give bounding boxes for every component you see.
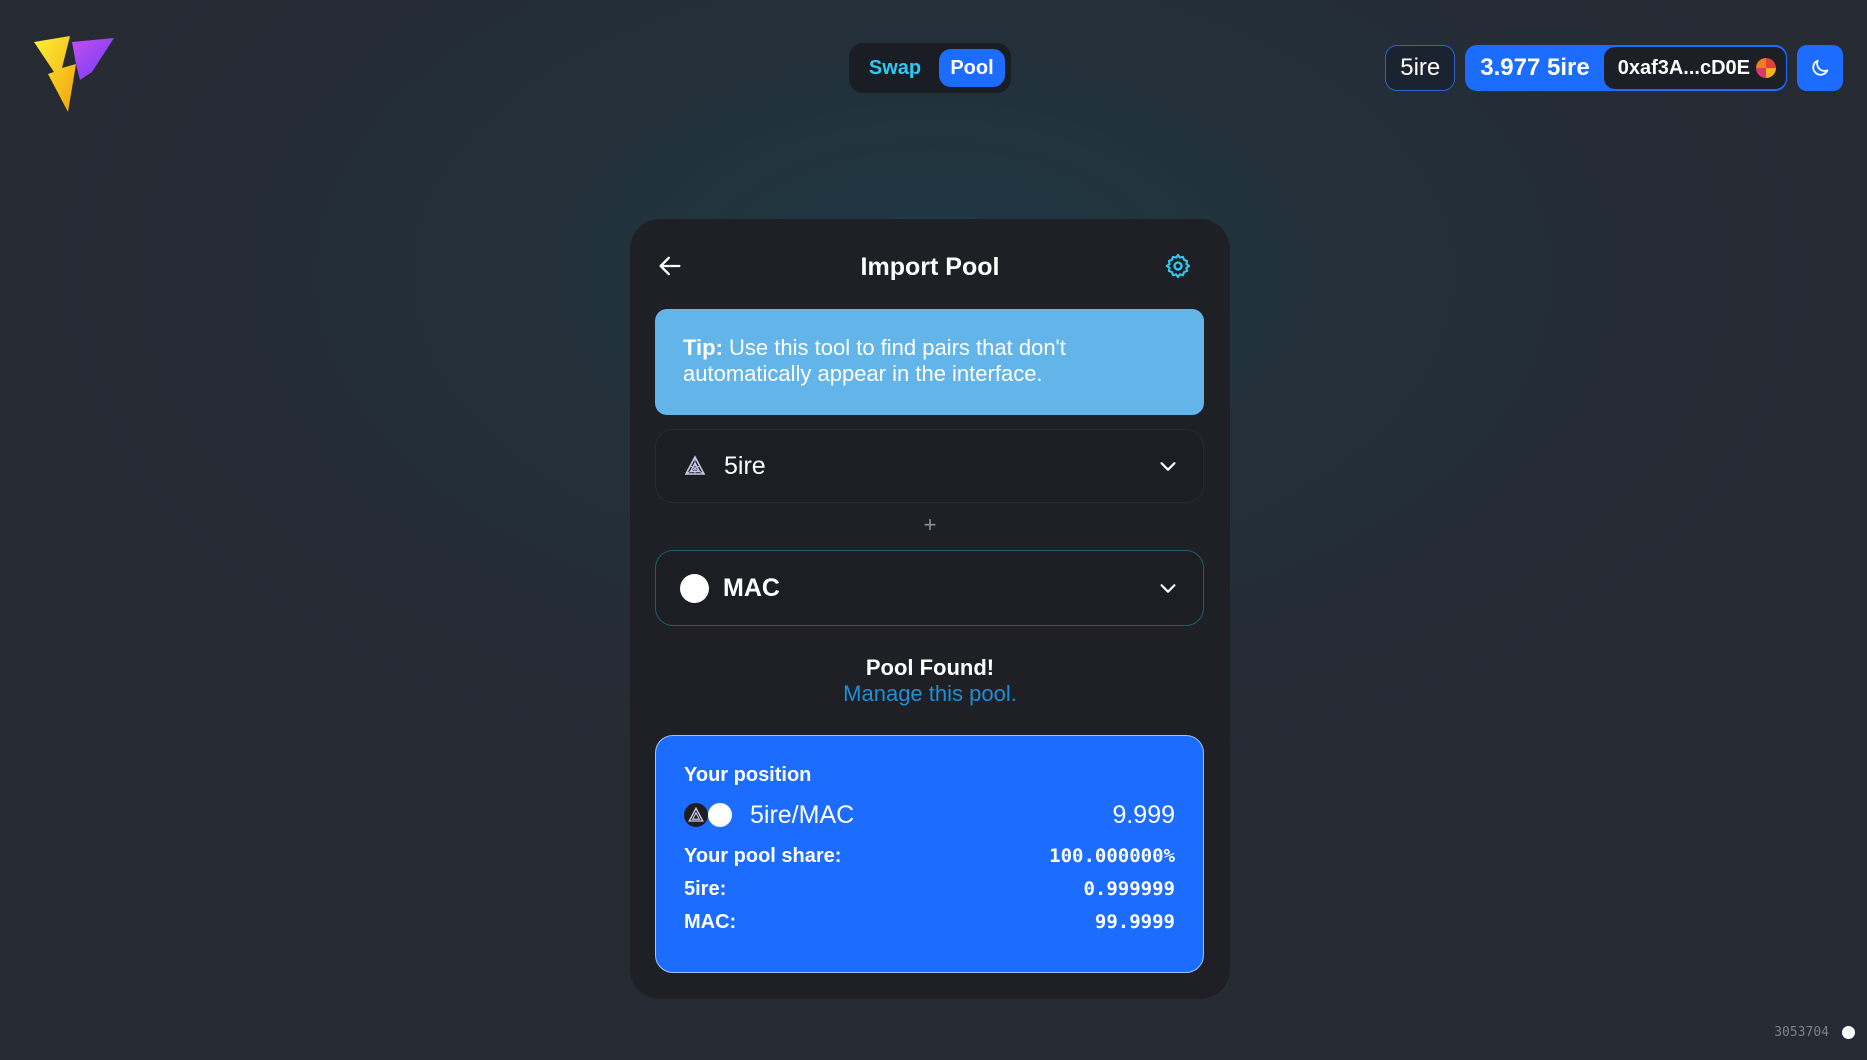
chevron-down-icon [1160,584,1176,593]
token-b-name: MAC [723,573,780,602]
position-pair-row: 5ire/MAC 9.999 [684,799,1175,831]
page-title: Import Pool [860,253,1000,281]
5ire-token-icon [684,803,708,827]
account-avatar-icon [1756,58,1776,78]
chevron-down-icon [1160,462,1176,471]
position-label: Your position [684,764,812,786]
token-b-amount-label: MAC: [684,911,737,933]
pair-value: 9.999 [1112,800,1175,829]
app-logo[interactable] [32,28,116,114]
5ire-token-icon [680,451,710,481]
token-a-amount-row: 5ire: 0.999999 [684,878,1175,902]
theme-toggle-button[interactable] [1797,45,1843,91]
wallet-button[interactable]: 3.977 5ire 0xaf3A...cD0E [1465,45,1787,91]
tip-text: Use this tool to find pairs that don't a… [683,335,1066,386]
pool-share-row: Your pool share: 100.000000% [684,845,1175,869]
token-b-amount-value: 99.9999 [1094,911,1175,933]
wallet-address: 0xaf3A...cD0E [1617,56,1750,79]
mac-token-icon [708,803,732,827]
position-details: Your pool share: 100.000000% 5ire: 0.999… [684,845,1175,935]
gear-icon [1165,253,1191,279]
import-pool-card: Import Pool Tip: Use this tool to find p… [630,219,1230,999]
manage-pool-link[interactable]: Manage this pool. [630,681,1230,707]
tip-label: Tip: [683,335,723,360]
lightning-logo-icon [34,36,114,112]
token-a-name: 5ire [724,451,766,480]
card-header: Import Pool [630,249,1230,285]
token-b-amount-row: MAC: 99.9999 [684,911,1175,935]
token-a-amount-value: 0.999999 [1083,878,1175,900]
wallet-address-button[interactable]: 0xaf3A...cD0E [1603,47,1786,89]
wallet-balance: 3.977 5ire [1480,54,1590,81]
pool-found-text: Pool Found! [865,655,995,680]
header-actions: 5ire 3.977 5ire 0xaf3A...cD0E [1385,45,1843,91]
pair-name: 5ire/MAC [750,800,855,829]
pool-share-value: 100.000000% [1049,845,1175,867]
network-button[interactable]: 5ire [1385,45,1456,91]
tab-pool[interactable]: Pool [939,49,1005,87]
plus-icon: + [923,512,937,537]
settings-button[interactable] [1164,252,1194,282]
nav-toggle: Swap Pool [849,43,1011,93]
pool-share-label: Your pool share: [684,845,842,867]
moon-icon [1812,59,1829,76]
tab-swap[interactable]: Swap [855,49,935,87]
mac-token-icon [680,573,709,603]
token-a-select[interactable]: 5ire [655,429,1204,503]
build-number: 3053704 [1774,1025,1829,1040]
position-card: Your position 5ire/MAC 9.999 Your pool s… [655,735,1204,973]
status-dot-icon [1842,1026,1855,1039]
pair-icons [684,801,734,829]
token-b-select[interactable]: MAC [655,550,1204,626]
tip-banner: Tip: Use this tool to find pairs that do… [655,309,1204,415]
token-a-amount-label: 5ire: [684,878,727,900]
